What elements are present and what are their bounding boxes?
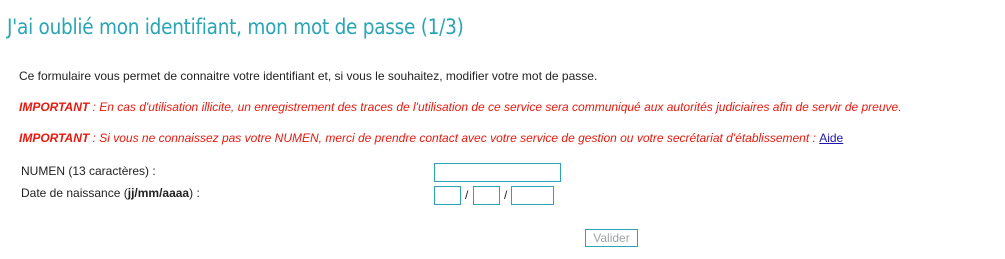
- numen-label: NUMEN (13 caractères) :: [21, 164, 156, 178]
- warning-legal-notice: IMPORTANT : En cas d'utilisation illicit…: [19, 100, 902, 114]
- birth-year-input[interactable]: [511, 186, 554, 205]
- birth-day-input[interactable]: [434, 186, 461, 205]
- birth-month-input[interactable]: [473, 186, 500, 205]
- birthdate-format-hint: jj/mm/aaaa: [127, 186, 190, 200]
- birthdate-label: Date de naissance (jj/mm/aaaa) :: [21, 186, 200, 200]
- warning-label: IMPORTANT: [19, 100, 90, 114]
- birthdate-label-suffix: ) :: [189, 186, 200, 200]
- date-separator: /: [465, 188, 469, 202]
- page-title: J'ai oublié mon identifiant, mon mot de …: [7, 15, 464, 39]
- warning-numen-notice: IMPORTANT : Si vous ne connaissez pas vo…: [19, 131, 843, 145]
- submit-button[interactable]: Valider: [585, 229, 638, 247]
- warning-text: : En cas d'utilisation illicite, un enre…: [89, 100, 902, 114]
- intro-text: Ce formulaire vous permet de connaitre v…: [19, 69, 598, 83]
- warning-label: IMPORTANT: [19, 131, 90, 145]
- help-link[interactable]: Aide: [819, 131, 843, 145]
- warning-text: : Si vous ne connaissez pas votre NUMEN,…: [89, 131, 820, 145]
- birthdate-label-prefix: Date de naissance (: [21, 186, 128, 200]
- date-separator: /: [504, 188, 508, 202]
- numen-input[interactable]: [434, 163, 561, 182]
